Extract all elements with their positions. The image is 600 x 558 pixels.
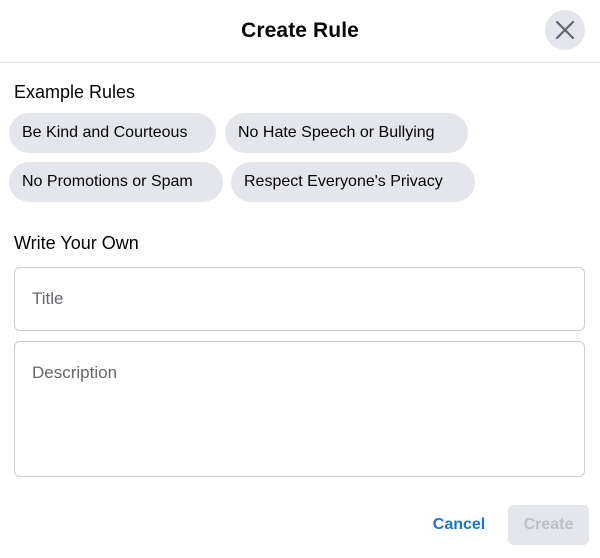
close-icon xyxy=(555,20,575,40)
example-rule-chip[interactable]: Be Kind and Courteous xyxy=(9,113,216,153)
write-your-own-label: Write Your Own xyxy=(14,233,139,253)
title-field-container xyxy=(14,267,585,331)
dialog-header: Create Rule xyxy=(0,0,600,63)
cancel-button[interactable]: Cancel xyxy=(418,505,500,545)
example-rule-chip[interactable]: No Hate Speech or Bullying xyxy=(225,113,468,153)
close-button[interactable] xyxy=(545,10,585,50)
example-rule-chip[interactable]: Respect Everyone's Privacy xyxy=(231,162,475,202)
example-rules-label: Example Rules xyxy=(14,82,136,102)
dialog-title: Create Rule xyxy=(241,19,359,42)
title-input[interactable] xyxy=(32,268,567,330)
create-rule-dialog: Create Rule Example Rules Be Kind and Co… xyxy=(0,0,600,558)
description-input[interactable] xyxy=(32,363,567,466)
example-rule-chip[interactable]: No Promotions or Spam xyxy=(9,162,223,202)
description-field-container xyxy=(14,341,585,477)
create-button[interactable]: Create xyxy=(508,505,589,545)
